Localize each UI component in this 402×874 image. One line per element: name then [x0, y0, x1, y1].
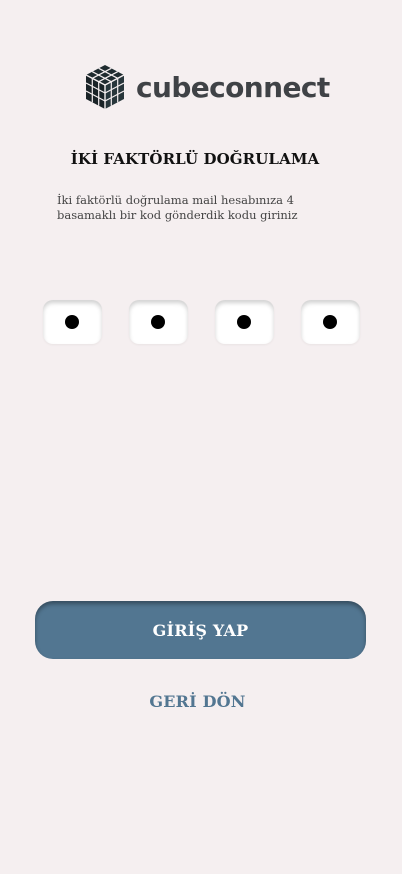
masked-digit-dot	[237, 315, 251, 329]
page-title: İKİ FAKTÖRLÜ DOĞRULAMA	[70, 150, 320, 168]
code-digit-input-4[interactable]	[301, 300, 360, 344]
code-digit-input-1[interactable]	[43, 300, 102, 344]
code-input-group	[43, 300, 361, 345]
masked-digit-dot	[151, 315, 165, 329]
masked-digit-dot	[323, 315, 337, 329]
code-digit-input-3[interactable]	[215, 300, 274, 344]
instructions-text: İki faktörlü doğrulama mail hesabınıza 4…	[57, 193, 298, 222]
masked-digit-dot	[65, 315, 79, 329]
code-digit-input-2[interactable]	[129, 300, 188, 344]
brand-name: cubeconnect	[136, 71, 330, 104]
cube-logo-icon	[85, 65, 125, 109]
login-button[interactable]: GİRİŞ YAP	[35, 601, 366, 659]
back-button[interactable]: GERİ DÖN	[0, 692, 395, 711]
brand-logo: cubeconnect	[84, 63, 330, 111]
